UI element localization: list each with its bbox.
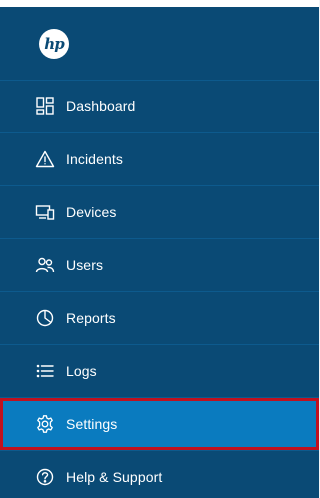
sidebar-item-devices[interactable]: Devices: [0, 186, 319, 239]
top-band: [0, 0, 319, 7]
hp-logo[interactable]: hp: [39, 29, 69, 59]
help-circle-icon: [35, 467, 55, 487]
sidebar-item-logs[interactable]: Logs: [0, 345, 319, 398]
pie-chart-icon: [35, 308, 55, 328]
sidebar-item-label: Reports: [66, 310, 116, 326]
sidebar-item-reports[interactable]: Reports: [0, 292, 319, 345]
warning-triangle-icon: [35, 149, 55, 169]
sidebar-item-label: Logs: [66, 363, 97, 379]
dashboard-icon: [35, 96, 55, 116]
gear-icon: [35, 414, 55, 434]
sidebar-menu: Dashboard Incidents Devices Users Report…: [0, 80, 319, 498]
devices-icon: [35, 202, 55, 222]
sidebar-item-dashboard[interactable]: Dashboard: [0, 80, 319, 133]
sidebar-item-label: Settings: [66, 416, 118, 432]
sidebar-item-label: Devices: [66, 204, 117, 220]
sidebar-item-incidents[interactable]: Incidents: [0, 133, 319, 186]
sidebar-item-label: Help & Support: [66, 469, 163, 485]
sidebar-item-settings[interactable]: Settings: [0, 398, 319, 451]
sidebar-item-users[interactable]: Users: [0, 239, 319, 292]
sidebar: hp Dashboard Incidents Devices Users Rep…: [0, 0, 319, 498]
logo-row: hp: [0, 7, 319, 81]
sidebar-item-help-support[interactable]: Help & Support: [0, 451, 319, 498]
sidebar-item-label: Users: [66, 257, 104, 273]
list-icon: [35, 361, 55, 381]
sidebar-item-label: Incidents: [66, 151, 123, 167]
sidebar-item-label: Dashboard: [66, 98, 136, 114]
users-icon: [35, 255, 55, 275]
